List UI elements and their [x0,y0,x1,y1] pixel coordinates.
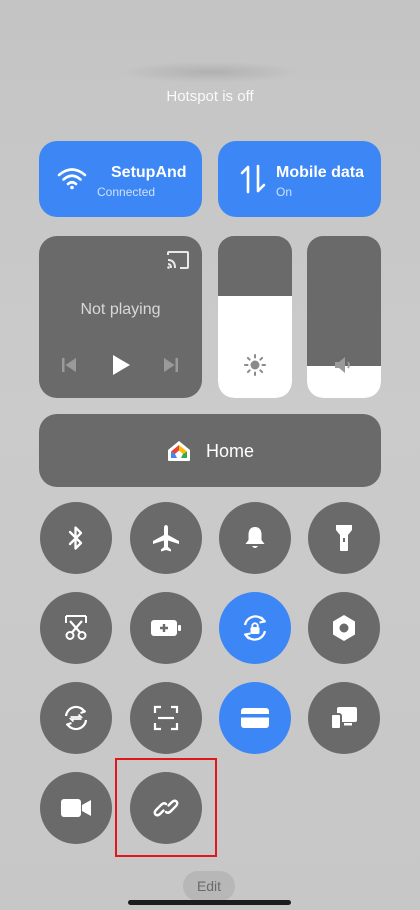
google-home-label: Home [206,441,255,461]
mobile-data-status: On [276,185,293,199]
cast-icon[interactable] [166,250,190,270]
next-track-icon[interactable] [163,357,179,373]
scanner-toggle[interactable] [130,682,202,754]
brightness-icon [244,354,266,376]
rotation-lock-icon [240,613,270,643]
ring-mode-toggle[interactable] [219,502,291,574]
wallet-icon [240,706,270,730]
bluetooth-icon [66,525,86,551]
wifi-tile[interactable]: SetupAndS Connected [39,141,202,217]
google-home-tile[interactable]: Home [39,414,381,487]
mobile-data-title: Mobile data [276,164,365,181]
wifi-status: Connected [97,185,156,199]
scan-icon [153,705,179,731]
flashlight-icon [334,523,354,553]
highlight-box [115,758,217,857]
media-status: Not playing [80,301,161,318]
edit-button[interactable]: Edit [183,871,235,901]
brightness-level-fill [218,295,292,398]
media-player[interactable]: Not playing [39,236,202,398]
flashlight-toggle[interactable] [308,502,380,574]
battery-saver-toggle[interactable] [130,592,202,664]
sync-toggle[interactable] [40,682,112,754]
cast-screen-toggle[interactable] [308,682,380,754]
auto-rotate-lock-toggle[interactable] [219,592,291,664]
video-camera-icon [60,797,92,819]
airplane-icon [151,523,181,553]
cast-device-icon [329,705,359,731]
bluetooth-toggle[interactable] [40,502,112,574]
previous-track-icon[interactable] [61,357,77,373]
sync-icon [62,704,90,732]
brightness-slider[interactable] [218,236,292,398]
wallet-toggle[interactable] [219,682,291,754]
scissors-icon [63,615,89,641]
screen-recorder-toggle[interactable] [40,772,112,844]
mobile-data-arrows-icon [240,163,266,195]
volume-slider[interactable] [307,236,381,398]
screenshot-toggle[interactable] [40,592,112,664]
wifi-network-name: SetupAndS [111,164,187,181]
airplane-mode-toggle[interactable] [130,502,202,574]
hotspot-status: Hotspot is off [166,88,254,105]
settings-toggle[interactable] [308,592,380,664]
battery-icon [150,618,182,638]
wifi-icon [57,166,87,190]
speaker-icon [333,354,355,376]
bell-icon [243,525,267,551]
hexagon-settings-icon [331,614,357,642]
home-indicator[interactable] [128,900,291,905]
mobile-data-tile[interactable]: Mobile data On [218,141,381,217]
google-home-icon [167,440,191,462]
play-icon[interactable] [110,353,132,377]
